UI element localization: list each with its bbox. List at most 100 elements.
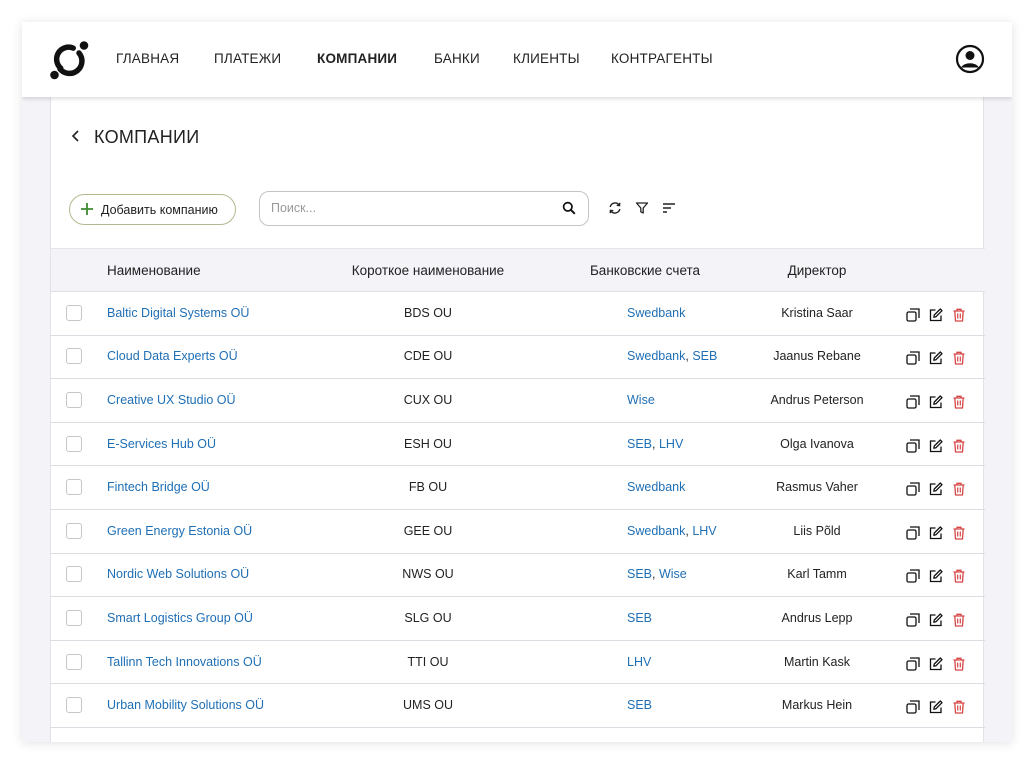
row-checkbox[interactable] — [66, 522, 82, 539]
bank-account-link[interactable]: Swedbank — [627, 480, 685, 494]
delete-icon[interactable] — [952, 482, 966, 496]
copy-icon[interactable] — [906, 526, 920, 540]
search-icon[interactable] — [562, 201, 576, 215]
bank-account-link[interactable]: LHV — [692, 524, 716, 538]
delete-icon[interactable] — [952, 351, 966, 366]
bank-account-link[interactable]: Swedbank — [627, 306, 685, 320]
company-name-link[interactable]: Smart Logistics Group OÜ — [107, 611, 253, 625]
copy-icon[interactable] — [906, 569, 920, 584]
nav-item-banks[interactable]: БАНКИ — [434, 51, 480, 66]
bank-account-link[interactable]: SEB — [627, 437, 652, 451]
nav-item-home[interactable]: ГЛАВНАЯ — [116, 51, 179, 66]
table-row: Tallinn Tech Innovations OÜ TTI OU LHV M… — [51, 641, 985, 685]
short-name: NWS OU — [402, 567, 454, 582]
bank-account-link[interactable]: SEB — [627, 567, 652, 581]
company-name-link[interactable]: Fintech Bridge OÜ — [107, 480, 210, 494]
row-checkbox[interactable] — [66, 566, 82, 583]
company-name-link[interactable]: Baltic Digital Systems OÜ — [107, 306, 249, 320]
short-name: GEE OU — [403, 523, 453, 538]
refresh-icon[interactable] — [608, 201, 622, 215]
bank-account-link[interactable]: SEB — [692, 349, 717, 363]
bank-account-link[interactable]: Wise — [627, 393, 655, 407]
edit-icon[interactable] — [929, 308, 943, 322]
bank-accounts: LHV — [627, 655, 651, 669]
company-name-link[interactable]: Urban Mobility Solutions OÜ — [107, 698, 264, 712]
delete-icon[interactable] — [952, 395, 966, 409]
bank-accounts: Swedbank — [627, 306, 685, 320]
column-header-bank-accounts[interactable]: Банковские счета — [590, 263, 700, 278]
row-checkbox[interactable] — [66, 304, 82, 321]
company-name-link[interactable]: E-Services Hub OÜ — [107, 437, 216, 451]
company-name-link[interactable]: Cloud Data Experts OÜ — [107, 349, 238, 363]
copy-icon[interactable] — [906, 656, 920, 671]
short-name: SLG OU — [404, 610, 452, 625]
bank-account-link[interactable]: Swedbank — [627, 349, 685, 363]
companies-panel: КОМПАНИИ Добавить компанию Поиск... Наим… — [50, 97, 985, 742]
bank-account-link[interactable]: SEB — [627, 698, 652, 712]
user-avatar-icon[interactable] — [955, 44, 985, 74]
copy-icon[interactable] — [906, 351, 920, 366]
bank-accounts: Swedbank — [627, 480, 685, 494]
nav-item-companies[interactable]: КОМПАНИИ — [317, 51, 397, 66]
company-name-link[interactable]: Tallinn Tech Innovations OÜ — [107, 655, 262, 669]
filter-icon[interactable] — [635, 201, 649, 215]
bank-account-link[interactable]: Swedbank — [627, 524, 685, 538]
row-checkbox[interactable] — [66, 697, 82, 714]
copy-icon[interactable] — [906, 308, 920, 322]
delete-icon[interactable] — [952, 613, 966, 627]
column-header-name[interactable]: Наименование — [107, 263, 201, 278]
edit-icon[interactable] — [929, 438, 943, 453]
table-row: Cloud Data Experts OÜ CDE OU Swedbank, S… — [51, 336, 985, 380]
copy-icon[interactable] — [906, 613, 920, 627]
copy-icon[interactable] — [906, 482, 920, 496]
bank-account-link[interactable]: LHV — [627, 655, 651, 669]
bank-account-link[interactable]: Wise — [659, 567, 687, 581]
bank-account-link[interactable]: SEB — [627, 611, 652, 625]
column-header-short-name[interactable]: Короткое наименование — [352, 263, 504, 278]
edit-icon[interactable] — [929, 656, 943, 671]
column-header-director[interactable]: Директор — [788, 263, 847, 278]
delete-icon[interactable] — [952, 569, 966, 584]
add-company-button[interactable]: Добавить компанию — [69, 194, 236, 225]
bank-accounts: Swedbank, LHV — [627, 524, 717, 538]
delete-icon[interactable] — [952, 439, 966, 453]
copy-icon[interactable] — [906, 395, 920, 409]
row-checkbox[interactable] — [66, 479, 82, 496]
edit-icon[interactable] — [929, 526, 943, 540]
delete-icon[interactable] — [952, 308, 966, 322]
nav-item-counterparties[interactable]: КОНТРАГЕНТЫ — [611, 51, 713, 66]
director-name: Liis Põld — [793, 523, 841, 538]
short-name: ESH OU — [404, 436, 452, 451]
company-name-link[interactable]: Nordic Web Solutions OÜ — [107, 567, 249, 581]
company-name-link[interactable]: Green Energy Estonia OÜ — [107, 524, 252, 538]
edit-icon[interactable] — [929, 613, 943, 627]
delete-icon[interactable] — [952, 526, 966, 540]
edit-icon[interactable] — [929, 482, 943, 496]
row-checkbox[interactable] — [66, 435, 82, 452]
company-name-link[interactable]: Creative UX Studio OÜ — [107, 393, 236, 407]
edit-icon[interactable] — [929, 395, 943, 409]
delete-icon[interactable] — [952, 700, 966, 714]
bank-accounts: SEB — [627, 611, 652, 625]
bank-account-link[interactable]: LHV — [659, 437, 683, 451]
table-row: Nordic Web Solutions OÜ NWS OU SEB, Wise… — [51, 554, 985, 598]
row-checkbox[interactable] — [66, 653, 82, 670]
row-checkbox[interactable] — [66, 348, 82, 365]
edit-icon[interactable] — [929, 569, 943, 583]
copy-icon[interactable] — [906, 438, 920, 453]
back-arrow-icon[interactable] — [69, 129, 83, 143]
delete-icon[interactable] — [952, 657, 966, 671]
row-checkbox[interactable] — [66, 609, 82, 626]
bank-separator: , — [652, 567, 659, 582]
edit-icon[interactable] — [929, 351, 943, 365]
table-row: Fintech Bridge OÜ FB OU Swedbank Rasmus … — [51, 466, 985, 510]
sort-icon[interactable] — [662, 201, 676, 215]
search-input[interactable] — [271, 199, 551, 217]
row-checkbox[interactable] — [66, 391, 82, 408]
nav-item-payments[interactable]: ПЛАТЕЖИ — [214, 51, 281, 66]
edit-icon[interactable] — [929, 700, 943, 714]
search-box — [259, 191, 589, 226]
copy-icon[interactable] — [906, 700, 920, 714]
nav-item-clients[interactable]: КЛИЕНТЫ — [513, 51, 580, 66]
logo-icon[interactable] — [48, 39, 90, 81]
